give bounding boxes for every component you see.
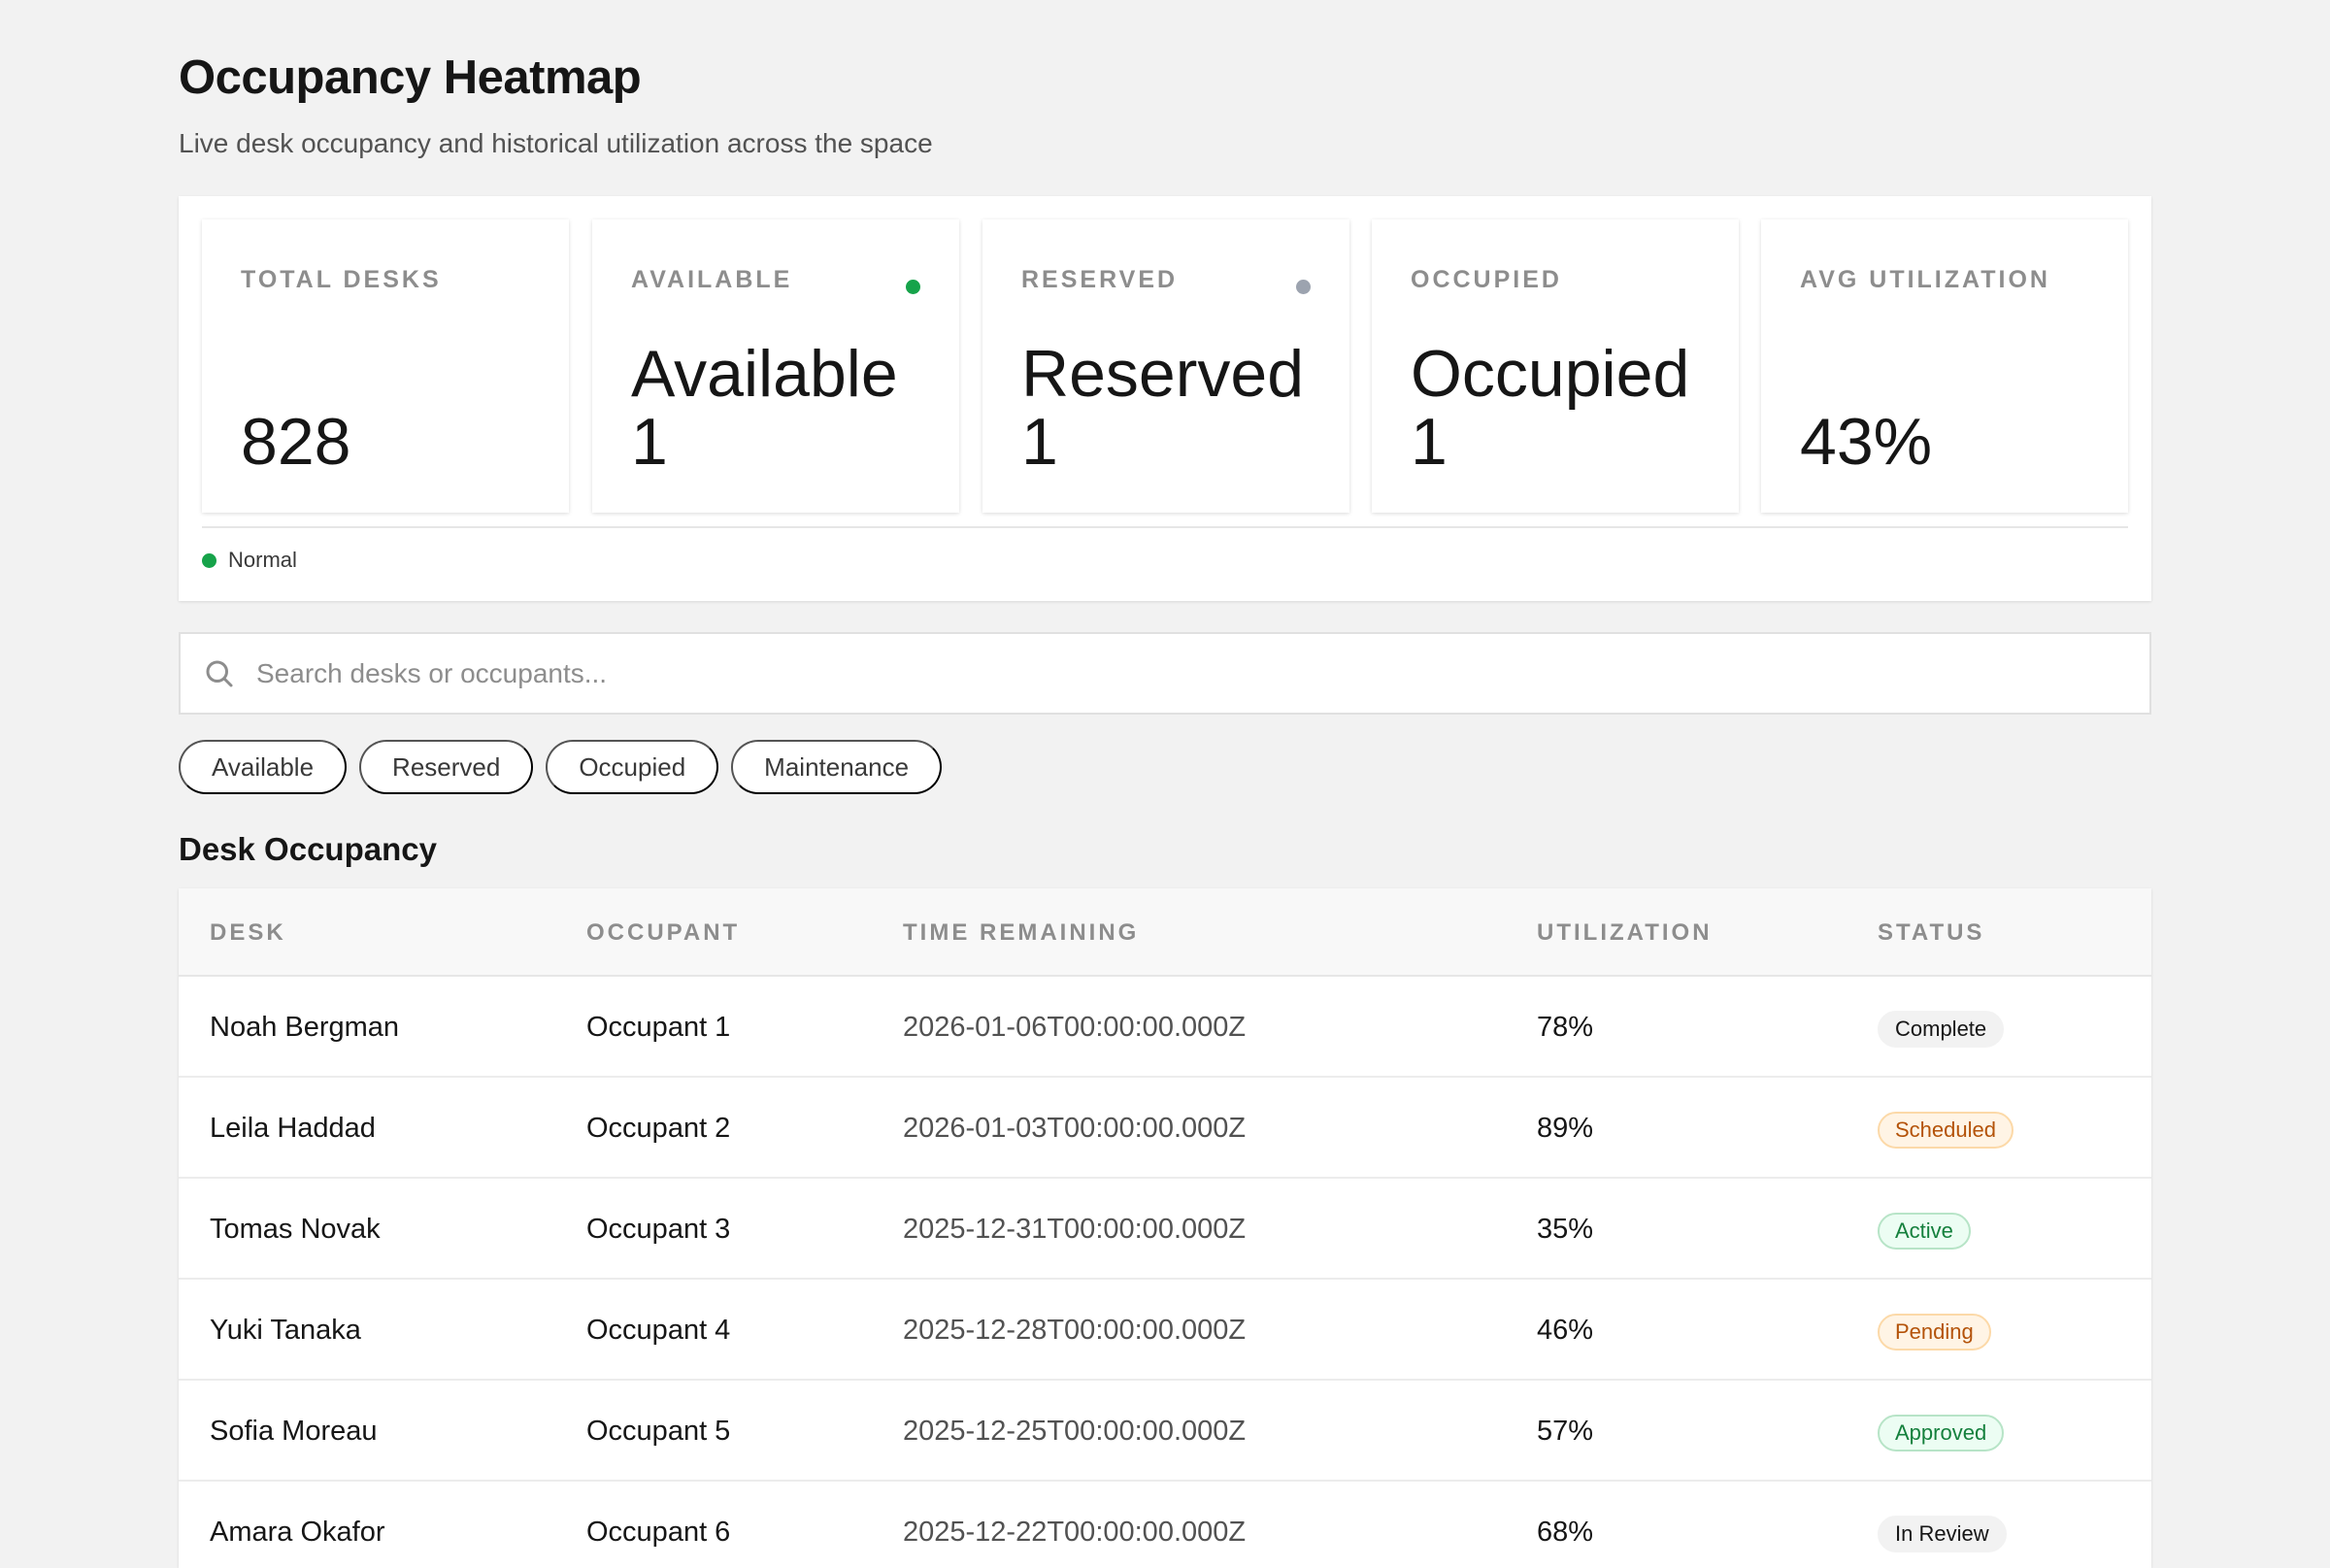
desk-cell: Yuki Tanaka <box>210 1315 361 1346</box>
stat-card-available: AVAILABLE Available 1 <box>592 219 959 513</box>
status-badge: Approved <box>1878 1415 2005 1451</box>
occupant-cell: Occupant 4 <box>586 1315 731 1346</box>
stat-value: 828 <box>241 405 351 479</box>
table-row[interactable]: Tomas Novak Occupant 3 2025-12-31T00:00:… <box>179 1179 2151 1280</box>
stat-value: 1 <box>1021 405 1058 479</box>
legend-label: Normal <box>228 548 297 572</box>
stat-label: RESERVED <box>1021 266 1179 293</box>
stat-value: 1 <box>631 405 668 479</box>
stats-panel: TOTAL DESKS 828 AVAILABLE Available 1 RE… <box>179 196 2151 601</box>
status-badge: Active <box>1878 1213 1971 1250</box>
filter-chip-reserved[interactable]: Reserved <box>359 740 534 794</box>
utilization-cell: 35% <box>1537 1214 1594 1245</box>
desk-cell: Sofia Moreau <box>210 1416 378 1447</box>
utilization-cell: 78% <box>1537 1012 1594 1043</box>
stat-label: TOTAL DESKS <box>241 266 442 293</box>
utilization-cell: 68% <box>1537 1517 1594 1548</box>
table-row[interactable]: Yuki Tanaka Occupant 4 2025-12-28T00:00:… <box>179 1280 2151 1381</box>
column-header-occupant[interactable]: OCCUPANT <box>586 919 740 947</box>
occupant-cell: Occupant 2 <box>586 1113 731 1144</box>
page-subtitle: Live desk occupancy and historical utili… <box>179 128 933 158</box>
column-header-time-remaining[interactable]: TIME REMAINING <box>903 919 1139 947</box>
stat-card-reserved: RESERVED Reserved 1 <box>982 219 1349 513</box>
table-header: DESK OCCUPANT TIME REMAINING UTILIZATION… <box>179 888 2151 977</box>
stat-value-label: Reserved <box>1021 337 1305 411</box>
utilization-cell: 57% <box>1537 1416 1594 1447</box>
filter-chip-maintenance[interactable]: Maintenance <box>731 740 943 794</box>
search-icon <box>206 660 233 687</box>
search-input[interactable] <box>256 648 2101 700</box>
stat-label: AVAILABLE <box>631 266 793 293</box>
column-header-desk[interactable]: DESK <box>210 919 286 947</box>
occupant-cell: Occupant 6 <box>586 1517 731 1548</box>
divider <box>202 526 2128 528</box>
legend: Normal <box>202 548 297 573</box>
filter-chip-occupied[interactable]: Occupied <box>546 740 719 794</box>
stat-card-occupied: OCCUPIED Occupied 1 <box>1372 219 1739 513</box>
table-row[interactable]: Sofia Moreau Occupant 5 2025-12-25T00:00… <box>179 1381 2151 1482</box>
desk-cell: Noah Bergman <box>210 1012 400 1043</box>
stat-label: AVG UTILIZATION <box>1800 266 2050 293</box>
stat-value-label: Available <box>631 337 898 411</box>
section-title: Desk Occupancy <box>179 831 437 867</box>
column-header-status[interactable]: STATUS <box>1878 919 1984 947</box>
stat-value: 43% <box>1800 405 1933 479</box>
legend-dot <box>202 552 216 568</box>
status-badge: In Review <box>1878 1516 2007 1552</box>
status-dot <box>1296 280 1311 294</box>
filter-chips: Available Reserved Occupied Maintenance <box>179 740 943 794</box>
table-row[interactable]: Leila Haddad Occupant 2 2026-01-03T00:00… <box>179 1078 2151 1179</box>
table-row[interactable]: Amara Okafor Occupant 6 2025-12-22T00:00… <box>179 1482 2151 1568</box>
stat-card-avg-utilization: AVG UTILIZATION 43% <box>1761 219 2128 513</box>
stat-value-label: Occupied <box>1411 337 1690 411</box>
search-box <box>179 632 2151 715</box>
desk-cell: Tomas Novak <box>210 1214 381 1245</box>
time-remaining-cell: 2025-12-25T00:00:00.000Z <box>903 1416 1247 1447</box>
stat-card-total-desks: TOTAL DESKS 828 <box>202 219 569 513</box>
status-badge: Scheduled <box>1878 1112 2014 1149</box>
time-remaining-cell: 2025-12-22T00:00:00.000Z <box>903 1517 1247 1548</box>
stat-value: 1 <box>1411 405 1448 479</box>
occupant-cell: Occupant 5 <box>586 1416 731 1447</box>
status-dot <box>906 280 920 294</box>
occupant-cell: Occupant 1 <box>586 1012 731 1043</box>
filter-chip-available[interactable]: Available <box>179 740 348 794</box>
time-remaining-cell: 2026-01-03T00:00:00.000Z <box>903 1113 1247 1144</box>
page-title: Occupancy Heatmap <box>179 51 642 104</box>
status-badge: Complete <box>1878 1011 2005 1048</box>
time-remaining-cell: 2026-01-06T00:00:00.000Z <box>903 1012 1247 1043</box>
time-remaining-cell: 2025-12-31T00:00:00.000Z <box>903 1214 1247 1245</box>
column-header-utilization[interactable]: UTILIZATION <box>1537 919 1713 947</box>
desk-cell: Amara Okafor <box>210 1517 385 1548</box>
stat-label: OCCUPIED <box>1411 266 1562 293</box>
table-row[interactable]: Noah Bergman Occupant 1 2026-01-06T00:00… <box>179 977 2151 1078</box>
time-remaining-cell: 2025-12-28T00:00:00.000Z <box>903 1315 1247 1346</box>
occupant-cell: Occupant 3 <box>586 1214 731 1245</box>
utilization-cell: 46% <box>1537 1315 1594 1346</box>
utilization-cell: 89% <box>1537 1113 1594 1144</box>
desk-cell: Leila Haddad <box>210 1113 376 1144</box>
status-badge: Pending <box>1878 1314 1991 1351</box>
desk-occupancy-table: DESK OCCUPANT TIME REMAINING UTILIZATION… <box>179 888 2151 1568</box>
